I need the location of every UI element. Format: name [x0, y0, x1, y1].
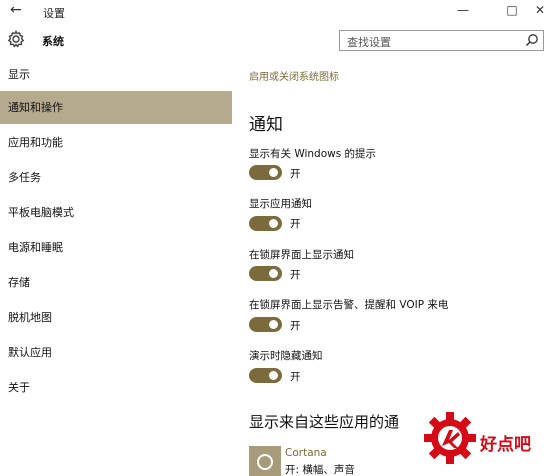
sidebar-item-offline-maps[interactable]: 脱机地图 — [0, 301, 232, 334]
setting-label-lockscreen-alarms: 在锁屏界面上显示告警、提醒和 VOIP 来电 — [249, 299, 449, 311]
sidebar-item-notifications[interactable]: 通知和操作 — [0, 91, 232, 124]
search-icon[interactable] — [525, 33, 539, 47]
toggle-state-label: 开 — [290, 269, 301, 281]
toggle-state-label: 开 — [290, 218, 301, 230]
back-button[interactable]: ← — [10, 2, 22, 18]
watermark-text: 好点吧 — [480, 435, 531, 455]
sidebar-item-apps-features[interactable]: 应用和功能 — [0, 126, 232, 159]
page-header: 系统 查找设置 — [0, 24, 550, 60]
sidebar-item-about[interactable]: 关于 — [0, 371, 232, 404]
sidebar-item-storage[interactable]: 存储 — [0, 266, 232, 299]
search-placeholder: 查找设置 — [347, 36, 391, 49]
toggle-state-label: 开 — [290, 371, 301, 383]
page-heading: 通知 — [249, 115, 283, 135]
toggle-hide-when-presenting[interactable] — [249, 368, 282, 383]
system-icons-link[interactable]: 启用或关闭系统图标 — [249, 68, 339, 83]
minimize-button[interactable]: — — [453, 3, 473, 17]
watermark: 好点吧 — [418, 408, 550, 476]
section-title: 系统 — [42, 35, 64, 48]
toggle-knob — [269, 371, 278, 380]
title-bar: ← 设置 — □ ✕ — [0, 0, 550, 24]
setting-label-windows-tips: 显示有关 Windows 的提示 — [249, 148, 377, 160]
toggle-lockscreen-notifications[interactable] — [249, 266, 282, 281]
toggle-app-notifications[interactable] — [249, 216, 282, 231]
cortana-app-tile[interactable] — [249, 446, 281, 476]
watermark-gear-logo-icon — [424, 412, 476, 464]
sidebar: 显示 通知和操作 应用和功能 多任务 平板电脑模式 电源和睡眠 存储 脱机地图 … — [0, 58, 232, 476]
sidebar-item-default-apps[interactable]: 默认应用 — [0, 336, 232, 369]
setting-label-lockscreen-notifications: 在锁屏界面上显示通知 — [249, 249, 354, 261]
maximize-button[interactable]: □ — [502, 3, 522, 17]
toggle-knob — [269, 168, 278, 177]
setting-label-hide-when-presenting: 演示时隐藏通知 — [249, 350, 323, 362]
gear-icon — [7, 30, 25, 48]
toggle-state-label: 开 — [290, 320, 301, 332]
setting-label-app-notifications: 显示应用通知 — [249, 198, 312, 210]
toggle-knob — [269, 219, 278, 228]
toggle-state-label: 开 — [290, 168, 301, 180]
window-title: 设置 — [43, 7, 65, 20]
toggle-knob — [269, 320, 278, 329]
close-button[interactable]: ✕ — [530, 3, 550, 17]
toggle-windows-tips[interactable] — [249, 165, 282, 180]
app-notification-status: 开: 横幅、声音 — [285, 464, 355, 476]
sidebar-item-multitasking[interactable]: 多任务 — [0, 161, 232, 194]
search-input[interactable]: 查找设置 — [339, 30, 544, 51]
sidebar-item-display[interactable]: 显示 — [0, 58, 232, 91]
apps-section-heading: 显示来自这些应用的通 — [249, 413, 400, 431]
cortana-ring-icon — [257, 454, 273, 470]
sidebar-item-tablet-mode[interactable]: 平板电脑模式 — [0, 196, 232, 229]
toggle-lockscreen-alarms[interactable] — [249, 317, 282, 332]
sidebar-item-power-sleep[interactable]: 电源和睡眠 — [0, 231, 232, 264]
app-name[interactable]: Cortana — [285, 447, 327, 459]
toggle-knob — [269, 269, 278, 278]
